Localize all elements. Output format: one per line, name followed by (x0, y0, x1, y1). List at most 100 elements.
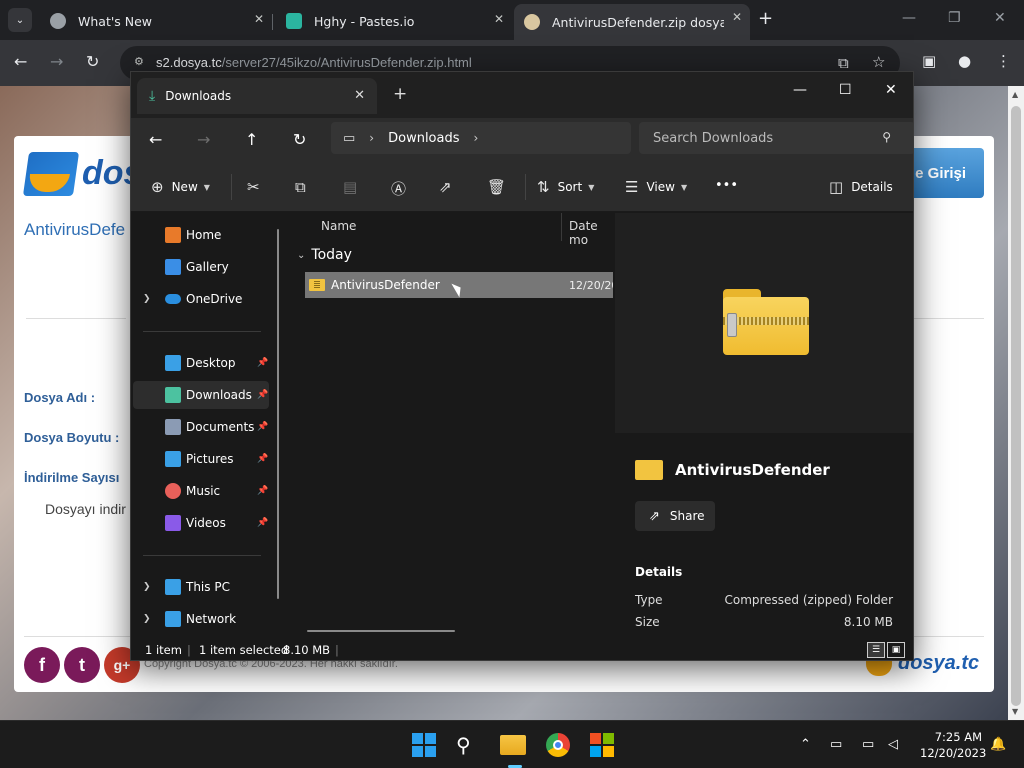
horizontal-scrollbar[interactable] (307, 630, 455, 632)
pin-icon[interactable]: 📌 (257, 518, 268, 528)
sidebar-item-network[interactable]: ❯ Network (133, 605, 269, 633)
address-bar[interactable]: ▭ › Downloads › (331, 122, 631, 154)
cut-button[interactable]: ✂ (247, 178, 268, 196)
tiles-view-icon[interactable]: ▣ (887, 642, 905, 658)
minimize-icon[interactable]: — (793, 82, 807, 98)
scroll-thumb[interactable] (1011, 106, 1021, 706)
paste-button[interactable]: ▤ (343, 178, 365, 196)
start-button[interactable] (412, 733, 436, 757)
sidebar-item-downloads[interactable]: Downloads 📌 (133, 381, 269, 409)
home-icon (165, 227, 181, 243)
pin-icon[interactable]: 📌 (257, 422, 268, 432)
share-button[interactable]: ⇗ (439, 178, 460, 196)
maximize-icon[interactable]: ☐ (839, 82, 852, 98)
breadcrumb-downloads[interactable]: Downloads (388, 131, 459, 146)
copy-button[interactable]: ⧉ (295, 178, 314, 196)
forward-icon[interactable]: → (50, 52, 63, 71)
back-icon[interactable]: ← (14, 52, 27, 71)
delete-button[interactable]: 🗑 (487, 178, 514, 196)
twitter-icon[interactable]: t (64, 647, 100, 683)
restore-icon[interactable]: ❐ (948, 10, 961, 26)
refresh-icon[interactable]: ↻ (293, 130, 306, 149)
search-input[interactable]: Search Downloads ⚲ (639, 122, 913, 154)
profile-icon[interactable]: ● (958, 52, 971, 70)
new-tab-button[interactable]: + (393, 84, 407, 104)
close-icon[interactable]: ✕ (732, 10, 742, 24)
view-button[interactable]: ☰ View ▼ (625, 178, 687, 196)
chevron-right-icon[interactable]: ❯ (143, 294, 151, 304)
details-view-icon[interactable]: ☰ (867, 642, 885, 658)
taskbar-clock[interactable]: 7:25 AM 12/20/2023 (920, 729, 986, 761)
file-explorer-window: ⤓ Downloads ✕ + — ☐ ✕ ← → ↑ ↻ ▭ › Downlo… (130, 71, 914, 661)
sidebar-scrollbar[interactable] (277, 229, 279, 599)
pin-icon[interactable]: 📌 (257, 358, 268, 368)
group-header-today[interactable]: ⌄ Today (297, 247, 352, 263)
chevron-right-icon[interactable]: › (474, 131, 479, 145)
close-icon[interactable]: ✕ (254, 12, 264, 26)
sidebar-item-videos[interactable]: Videos 📌 (133, 509, 269, 537)
sidebar-item-onedrive[interactable]: ❯ OneDrive (133, 285, 269, 313)
display-icon[interactable]: ▭ (862, 737, 874, 752)
details-pane-button[interactable]: ◫ Details (829, 178, 893, 196)
forward-icon[interactable]: → (197, 130, 210, 149)
volume-icon[interactable]: ◁ (888, 737, 898, 752)
new-tab-button[interactable]: + (758, 8, 773, 29)
sidebar-item-home[interactable]: Home (133, 221, 269, 249)
scroll-up-icon[interactable]: ▲ (1012, 90, 1018, 99)
microsoft-store-icon[interactable] (590, 733, 614, 757)
browser-tab-antivirus[interactable]: AntivirusDefender.zip dosyasını ✕ (514, 4, 750, 40)
explorer-tab-downloads[interactable]: ⤓ Downloads ✕ (137, 78, 377, 114)
up-icon[interactable]: ↑ (245, 130, 258, 149)
chevron-right-icon[interactable]: › (369, 131, 374, 145)
share-button[interactable]: ⇗ Share (635, 501, 715, 531)
monitor-icon: ▭ (343, 130, 356, 146)
details-title: AntivirusDefender (635, 460, 830, 480)
chrome-icon[interactable] (546, 733, 570, 757)
pin-icon[interactable]: 📌 (257, 486, 268, 496)
page-scrollbar[interactable]: ▲ ▼ (1008, 86, 1024, 720)
status-divider: | (187, 643, 191, 657)
dosya-logo[interactable]: dos (22, 148, 142, 200)
file-explorer-icon[interactable] (500, 735, 526, 755)
back-icon[interactable]: ← (149, 130, 162, 149)
pin-icon[interactable]: 📌 (257, 454, 268, 464)
close-window-icon[interactable]: ✕ (994, 10, 1006, 26)
scroll-down-icon[interactable]: ▼ (1012, 707, 1018, 716)
column-header-name[interactable]: Name (321, 219, 356, 233)
browser-tab-whats-new[interactable]: What's New ✕ (40, 6, 273, 36)
minimize-icon[interactable]: — (902, 10, 916, 26)
side-panel-icon[interactable]: ▣ (922, 52, 936, 70)
browser-tab-pastes[interactable]: Hghy - Pastes.io ✕ (276, 6, 512, 36)
bookmark-star-icon[interactable]: ☆ (872, 53, 885, 71)
chevron-right-icon[interactable]: ❯ (143, 582, 151, 592)
sidebar-item-documents[interactable]: Documents 📌 (133, 413, 269, 441)
close-tab-icon[interactable]: ✕ (354, 88, 365, 103)
site-info-icon[interactable]: ⚙ (134, 55, 148, 69)
reload-icon[interactable]: ↻ (86, 52, 99, 71)
more-options-button[interactable]: ••• (715, 178, 738, 193)
sidebar-item-desktop[interactable]: Desktop 📌 (133, 349, 269, 377)
sort-button[interactable]: ⇅ Sort ▼ (537, 178, 594, 196)
tab-search-button[interactable]: ⌄ (8, 8, 32, 32)
notification-bell-icon[interactable]: 🔔 (990, 737, 1006, 752)
chevron-down-icon[interactable]: ⌄ (297, 250, 305, 261)
sidebar-item-this-pc[interactable]: ❯ This PC (133, 573, 269, 601)
rename-button[interactable]: Ⓐ (391, 178, 414, 199)
search-icon[interactable]: ⚲ (456, 733, 480, 757)
column-header-date[interactable]: Date mo (569, 219, 613, 247)
chevron-up-icon[interactable]: ⌃ (800, 737, 811, 752)
sidebar-item-pictures[interactable]: Pictures 📌 (133, 445, 269, 473)
translate-icon[interactable]: ⧉ (838, 54, 849, 72)
network-icon (165, 611, 181, 627)
close-window-icon[interactable]: ✕ (885, 82, 897, 98)
chevron-right-icon[interactable]: ❯ (143, 614, 151, 624)
network-icon[interactable]: ▭ (830, 737, 842, 752)
sidebar-item-music[interactable]: Music 📌 (133, 477, 269, 505)
facebook-icon[interactable]: f (24, 647, 60, 683)
column-separator[interactable] (561, 213, 562, 241)
pin-icon[interactable]: 📌 (257, 390, 268, 400)
close-icon[interactable]: ✕ (494, 12, 504, 26)
menu-icon[interactable]: ⋮ (996, 52, 1011, 70)
sidebar-item-gallery[interactable]: Gallery (133, 253, 269, 281)
new-button[interactable]: ⊕ New ▼ (151, 178, 210, 196)
